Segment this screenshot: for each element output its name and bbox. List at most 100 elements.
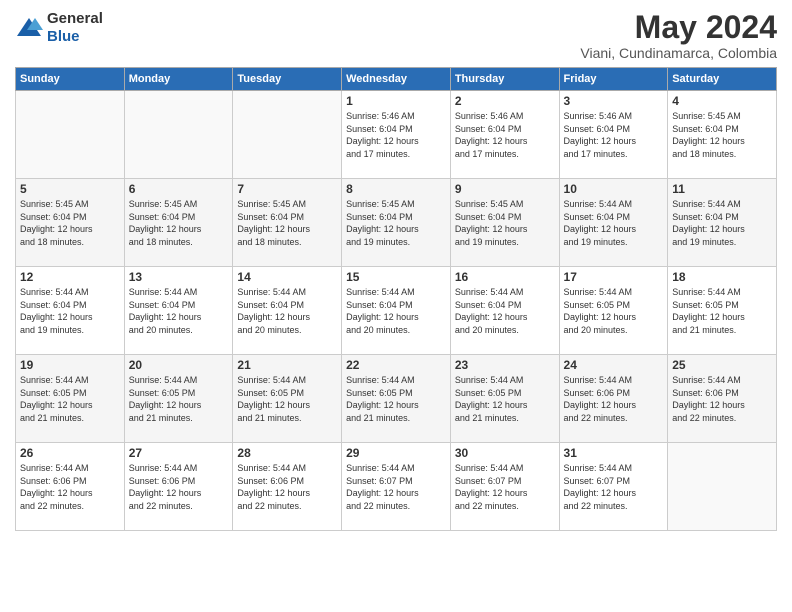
week-row-1: 1 Sunrise: 5:46 AM Sunset: 6:04 PM Daylig… [16,91,777,179]
day-cell: 19 Sunrise: 5:44 AM Sunset: 6:05 PM Dayli… [16,355,125,443]
day-cell: 27 Sunrise: 5:44 AM Sunset: 6:06 PM Dayli… [124,443,233,531]
day-info: Sunrise: 5:45 AM Sunset: 6:04 PM Dayligh… [455,198,555,248]
day-info: Sunrise: 5:44 AM Sunset: 6:06 PM Dayligh… [672,374,772,424]
weekday-friday: Friday [559,68,668,91]
day-info: Sunrise: 5:45 AM Sunset: 6:04 PM Dayligh… [346,198,446,248]
day-number: 27 [129,446,229,460]
weekday-monday: Monday [124,68,233,91]
week-row-5: 26Sunrise: 5:44 AM Sunset: 6:06 PM Dayli… [16,443,777,531]
day-number: 22 [346,358,446,372]
calendar-page: General Blue May 2024 Viani, Cundinamarc… [0,0,792,612]
weekday-thursday: Thursday [450,68,559,91]
logo-icon [15,16,43,40]
day-number: 17 [564,270,664,284]
day-number: 14 [237,270,337,284]
logo: General Blue [15,10,103,46]
day-cell: 28 Sunrise: 5:44 AM Sunset: 6:06 PM Dayli… [233,443,342,531]
day-number: 25 [672,358,772,372]
day-info: Sunrise: 5:44 AM Sunset: 6:04 PM Dayligh… [346,286,446,336]
day-info: Sunrise: 5:44 AM Sunset: 6:04 PM Dayligh… [672,198,772,248]
day-cell: 18 Sunrise: 5:44 AM Sunset: 6:05 PM Dayli… [668,267,777,355]
day-cell: 9 Sunrise: 5:45 AM Sunset: 6:04 PM Daylig… [450,179,559,267]
day-number: 16 [455,270,555,284]
day-cell: 6 Sunrise: 5:45 AM Sunset: 6:04 PM Daylig… [124,179,233,267]
day-info: Sunrise: 5:44 AM Sunset: 6:05 PM Dayligh… [564,286,664,336]
weekday-wednesday: Wednesday [342,68,451,91]
day-info: Sunrise: 5:44 AM Sunset: 6:06 PM Dayligh… [564,374,664,424]
day-cell: 3 Sunrise: 5:46 AM Sunset: 6:04 PM Daylig… [559,91,668,179]
day-info: Sunrise: 5:44 AM Sunset: 6:06 PM Dayligh… [129,462,229,512]
month-year: May 2024 [580,10,777,45]
logo-text: General Blue [47,10,103,46]
day-number: 4 [672,94,772,108]
weekday-sunday: Sunday [16,68,125,91]
day-cell: 10 Sunrise: 5:44 AM Sunset: 6:04 PM Dayli… [559,179,668,267]
weekday-tuesday: Tuesday [233,68,342,91]
day-cell: 7Sunrise: 5:45 AM Sunset: 6:04 PM Daylig… [233,179,342,267]
day-cell: 16 Sunrise: 5:44 AM Sunset: 6:04 PM Dayli… [450,267,559,355]
day-number: 10 [564,182,664,196]
day-cell: 15 Sunrise: 5:44 AM Sunset: 6:04 PM Dayli… [342,267,451,355]
day-number: 29 [346,446,446,460]
day-number: 3 [564,94,664,108]
day-info: Sunrise: 5:45 AM Sunset: 6:04 PM Dayligh… [129,198,229,248]
logo-blue: Blue [47,28,80,45]
day-info: Sunrise: 5:45 AM Sunset: 6:04 PM Dayligh… [237,198,337,248]
header: General Blue May 2024 Viani, Cundinamarc… [15,10,777,61]
day-info: Sunrise: 5:44 AM Sunset: 6:04 PM Dayligh… [455,286,555,336]
day-cell: 11Sunrise: 5:44 AM Sunset: 6:04 PM Dayli… [668,179,777,267]
day-info: Sunrise: 5:44 AM Sunset: 6:05 PM Dayligh… [20,374,120,424]
day-number: 30 [455,446,555,460]
day-info: Sunrise: 5:44 AM Sunset: 6:04 PM Dayligh… [237,286,337,336]
day-info: Sunrise: 5:46 AM Sunset: 6:04 PM Dayligh… [455,110,555,160]
day-info: Sunrise: 5:46 AM Sunset: 6:04 PM Dayligh… [346,110,446,160]
day-info: Sunrise: 5:44 AM Sunset: 6:05 PM Dayligh… [129,374,229,424]
day-number: 28 [237,446,337,460]
day-info: Sunrise: 5:44 AM Sunset: 6:07 PM Dayligh… [455,462,555,512]
day-cell: 31Sunrise: 5:44 AM Sunset: 6:07 PM Dayli… [559,443,668,531]
day-cell: 26Sunrise: 5:44 AM Sunset: 6:06 PM Dayli… [16,443,125,531]
day-number: 21 [237,358,337,372]
day-number: 12 [20,270,120,284]
day-cell: 21 Sunrise: 5:44 AM Sunset: 6:05 PM Dayli… [233,355,342,443]
day-info: Sunrise: 5:44 AM Sunset: 6:05 PM Dayligh… [672,286,772,336]
day-number: 2 [455,94,555,108]
day-info: Sunrise: 5:44 AM Sunset: 6:04 PM Dayligh… [564,198,664,248]
day-cell: 25 Sunrise: 5:44 AM Sunset: 6:06 PM Dayli… [668,355,777,443]
day-info: Sunrise: 5:44 AM Sunset: 6:04 PM Dayligh… [20,286,120,336]
day-number: 5 [20,182,120,196]
week-row-4: 19 Sunrise: 5:44 AM Sunset: 6:05 PM Dayli… [16,355,777,443]
week-row-2: 5 Sunrise: 5:45 AM Sunset: 6:04 PM Daylig… [16,179,777,267]
day-number: 9 [455,182,555,196]
day-cell: 4 Sunrise: 5:45 AM Sunset: 6:04 PM Daylig… [668,91,777,179]
calendar-table: SundayMondayTuesdayWednesdayThursdayFrid… [15,67,777,531]
day-cell: 2 Sunrise: 5:46 AM Sunset: 6:04 PM Daylig… [450,91,559,179]
day-cell [668,443,777,531]
logo-general: General [47,10,103,27]
day-number: 6 [129,182,229,196]
day-info: Sunrise: 5:44 AM Sunset: 6:07 PM Dayligh… [346,462,446,512]
day-cell: 29 Sunrise: 5:44 AM Sunset: 6:07 PM Dayli… [342,443,451,531]
day-number: 8 [346,182,446,196]
location: Viani, Cundinamarca, Colombia [580,45,777,61]
day-info: Sunrise: 5:45 AM Sunset: 6:04 PM Dayligh… [672,110,772,160]
day-info: Sunrise: 5:44 AM Sunset: 6:05 PM Dayligh… [237,374,337,424]
day-number: 19 [20,358,120,372]
day-number: 23 [455,358,555,372]
day-number: 1 [346,94,446,108]
day-info: Sunrise: 5:44 AM Sunset: 6:07 PM Dayligh… [564,462,664,512]
day-info: Sunrise: 5:44 AM Sunset: 6:06 PM Dayligh… [237,462,337,512]
day-number: 18 [672,270,772,284]
day-info: Sunrise: 5:44 AM Sunset: 6:05 PM Dayligh… [346,374,446,424]
day-number: 15 [346,270,446,284]
title-block: May 2024 Viani, Cundinamarca, Colombia [580,10,777,61]
day-cell [16,91,125,179]
day-cell: 24Sunrise: 5:44 AM Sunset: 6:06 PM Dayli… [559,355,668,443]
weekday-header-row: SundayMondayTuesdayWednesdayThursdayFrid… [16,68,777,91]
day-cell: 20Sunrise: 5:44 AM Sunset: 6:05 PM Dayli… [124,355,233,443]
day-cell: 30 Sunrise: 5:44 AM Sunset: 6:07 PM Dayli… [450,443,559,531]
day-info: Sunrise: 5:46 AM Sunset: 6:04 PM Dayligh… [564,110,664,160]
weekday-saturday: Saturday [668,68,777,91]
day-info: Sunrise: 5:44 AM Sunset: 6:05 PM Dayligh… [455,374,555,424]
day-cell: 14 Sunrise: 5:44 AM Sunset: 6:04 PM Dayli… [233,267,342,355]
